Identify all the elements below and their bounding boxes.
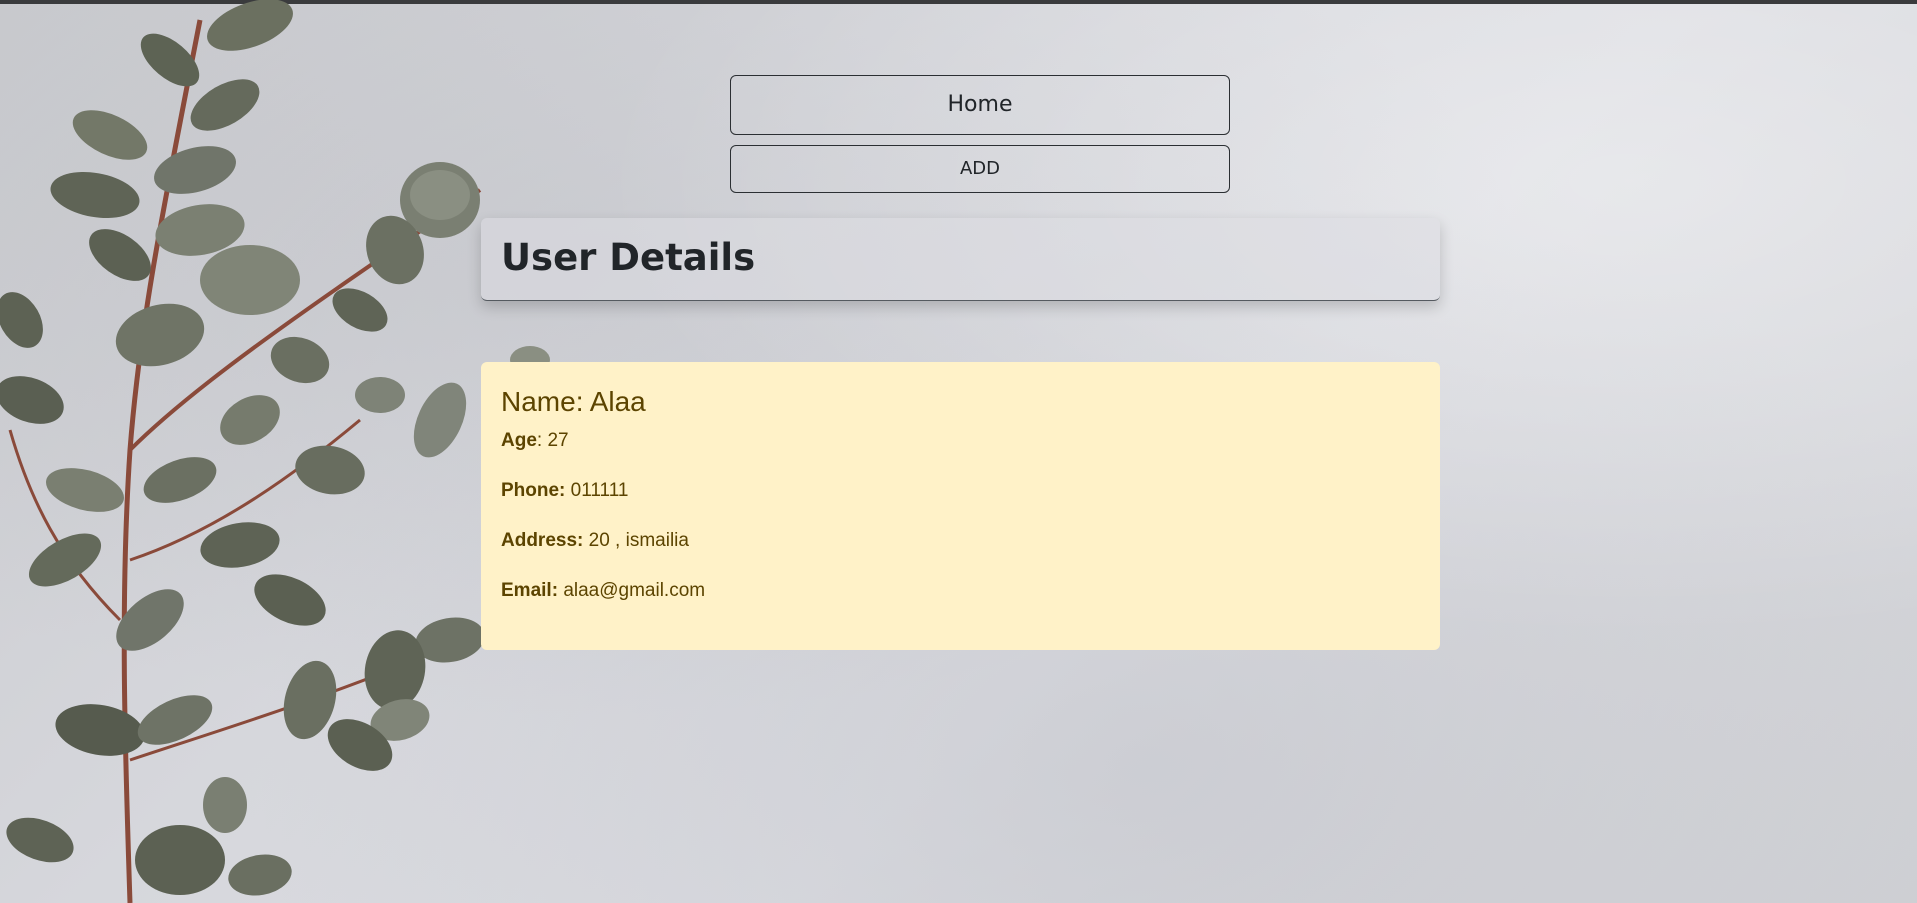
user-name-label: Name: (501, 386, 584, 417)
page-title: User Details (501, 236, 756, 279)
user-detail-card: Name: Alaa Age: 27 Phone: 011111 Address… (481, 362, 1440, 650)
user-phone-value: 011111 (570, 480, 629, 501)
user-address-label: Address: (501, 530, 584, 551)
user-age-row: Age: 27 (501, 430, 1420, 452)
add-button[interactable]: ADD (730, 145, 1230, 193)
page-header: User Details (481, 218, 1440, 301)
user-name: Name: Alaa (501, 386, 1420, 418)
user-address-row: Address: 20 , ismailia (501, 530, 1420, 552)
user-name-value: Alaa (589, 386, 646, 417)
user-email-label: Email: (501, 580, 559, 601)
user-email-value: alaa@gmail.com (563, 580, 706, 601)
user-age-label: Age (501, 430, 537, 451)
user-address-value: 20 , ismailia (588, 530, 689, 551)
user-age-value: : 27 (536, 430, 569, 451)
home-button[interactable]: Home (730, 75, 1230, 135)
user-email-row: Email: alaa@gmail.com (501, 580, 1420, 602)
user-phone-label: Phone: (501, 480, 566, 501)
user-phone-row: Phone: 011111 (501, 480, 1420, 502)
